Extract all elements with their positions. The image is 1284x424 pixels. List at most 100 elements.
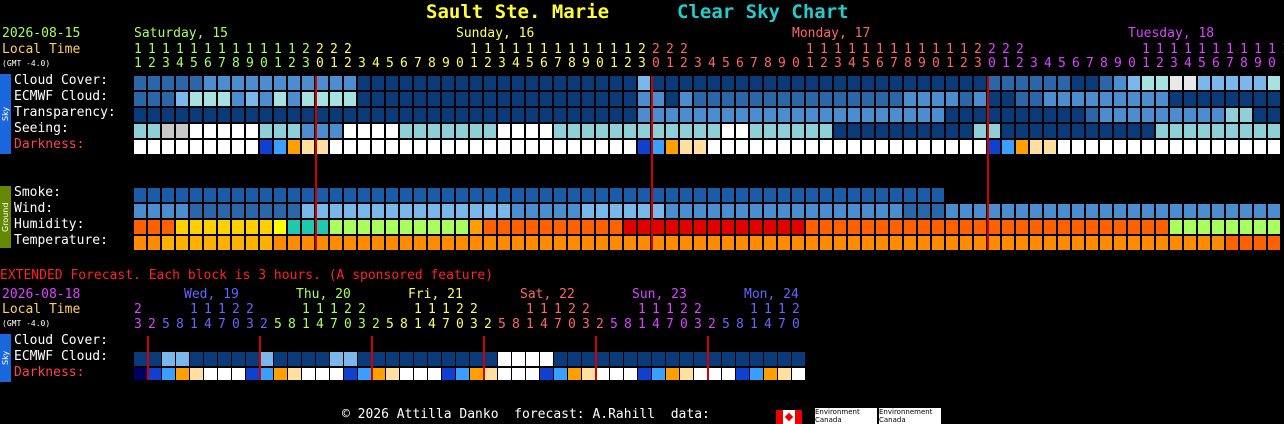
forecast-block[interactable]	[806, 124, 818, 138]
forecast-block[interactable]	[330, 124, 342, 138]
forecast-block[interactable]	[750, 76, 762, 90]
forecast-block[interactable]	[974, 220, 986, 234]
extended-forecast-block[interactable]	[428, 352, 441, 366]
forecast-block[interactable]	[442, 140, 454, 154]
forecast-block[interactable]	[190, 76, 202, 90]
forecast-block[interactable]	[1212, 92, 1224, 106]
forecast-block[interactable]	[218, 236, 230, 250]
forecast-block[interactable]	[988, 76, 1000, 90]
forecast-block[interactable]	[316, 220, 328, 234]
forecast-block[interactable]	[540, 140, 552, 154]
forecast-block[interactable]	[204, 76, 216, 90]
forecast-block[interactable]	[428, 124, 440, 138]
forecast-block[interactable]	[876, 76, 888, 90]
extended-forecast-block[interactable]	[386, 368, 399, 380]
forecast-block[interactable]	[274, 108, 286, 122]
forecast-block[interactable]	[344, 188, 356, 202]
forecast-block[interactable]	[932, 236, 944, 250]
forecast-block[interactable]	[708, 236, 720, 250]
forecast-block[interactable]	[204, 188, 216, 202]
forecast-block[interactable]	[582, 108, 594, 122]
forecast-block[interactable]	[204, 220, 216, 234]
forecast-block[interactable]	[148, 108, 160, 122]
forecast-block[interactable]	[694, 108, 706, 122]
forecast-block[interactable]	[862, 108, 874, 122]
forecast-block[interactable]	[456, 124, 468, 138]
forecast-block[interactable]	[1058, 76, 1070, 90]
forecast-block[interactable]	[302, 124, 314, 138]
forecast-block[interactable]	[400, 124, 412, 138]
forecast-block[interactable]	[610, 188, 622, 202]
forecast-block[interactable]	[1142, 236, 1154, 250]
forecast-block[interactable]	[820, 76, 832, 90]
extended-forecast-block[interactable]	[764, 352, 777, 366]
extended-forecast-block[interactable]	[428, 368, 441, 380]
forecast-block[interactable]	[848, 220, 860, 234]
forecast-block[interactable]	[1114, 108, 1126, 122]
environnement-canada-label[interactable]: Environnement Canada	[879, 408, 941, 424]
forecast-block[interactable]	[1184, 236, 1196, 250]
forecast-block[interactable]	[736, 76, 748, 90]
forecast-block[interactable]	[1128, 204, 1140, 218]
forecast-block[interactable]	[1100, 76, 1112, 90]
forecast-block[interactable]	[1044, 140, 1056, 154]
forecast-block[interactable]	[232, 76, 244, 90]
forecast-block[interactable]	[344, 124, 356, 138]
forecast-block[interactable]	[540, 236, 552, 250]
forecast-block[interactable]	[1142, 124, 1154, 138]
forecast-block[interactable]	[512, 108, 524, 122]
forecast-block[interactable]	[946, 140, 958, 154]
extended-forecast-block[interactable]	[302, 352, 315, 366]
forecast-block[interactable]	[610, 108, 622, 122]
forecast-block[interactable]	[918, 108, 930, 122]
extended-forecast-block[interactable]	[666, 368, 679, 380]
ecmwf-cloud-row[interactable]	[134, 92, 1284, 106]
forecast-block[interactable]	[190, 236, 202, 250]
forecast-block[interactable]	[988, 220, 1000, 234]
forecast-block[interactable]	[610, 92, 622, 106]
forecast-block[interactable]	[1184, 76, 1196, 90]
forecast-block[interactable]	[1002, 204, 1014, 218]
forecast-block[interactable]	[1240, 108, 1252, 122]
forecast-block[interactable]	[764, 76, 776, 90]
forecast-block[interactable]	[1170, 92, 1182, 106]
extended-forecast-block[interactable]	[610, 352, 623, 366]
forecast-block[interactable]	[316, 124, 328, 138]
forecast-block[interactable]	[876, 92, 888, 106]
forecast-block[interactable]	[456, 236, 468, 250]
forecast-block[interactable]	[400, 204, 412, 218]
forecast-block[interactable]	[1086, 140, 1098, 154]
forecast-block[interactable]	[848, 108, 860, 122]
forecast-block[interactable]	[1254, 92, 1266, 106]
forecast-block[interactable]	[806, 220, 818, 234]
extended-forecast-block[interactable]	[358, 368, 371, 380]
forecast-block[interactable]	[862, 236, 874, 250]
forecast-block[interactable]	[1156, 76, 1168, 90]
forecast-block[interactable]	[778, 140, 790, 154]
forecast-block[interactable]	[246, 188, 258, 202]
forecast-block[interactable]	[876, 236, 888, 250]
extended-forecast-block[interactable]	[750, 368, 763, 380]
forecast-block[interactable]	[1086, 92, 1098, 106]
forecast-block[interactable]	[610, 204, 622, 218]
forecast-block[interactable]	[162, 76, 174, 90]
forecast-block[interactable]	[190, 188, 202, 202]
forecast-block[interactable]	[1072, 124, 1084, 138]
forecast-block[interactable]	[512, 124, 524, 138]
extended-forecast-block[interactable]	[470, 352, 483, 366]
forecast-block[interactable]	[386, 140, 398, 154]
forecast-block[interactable]	[1198, 92, 1210, 106]
forecast-block[interactable]	[876, 124, 888, 138]
forecast-block[interactable]	[162, 92, 174, 106]
forecast-block[interactable]	[652, 204, 664, 218]
forecast-block[interactable]	[204, 236, 216, 250]
forecast-block[interactable]	[932, 140, 944, 154]
forecast-block[interactable]	[330, 76, 342, 90]
forecast-block[interactable]	[512, 204, 524, 218]
forecast-block[interactable]	[722, 188, 734, 202]
forecast-block[interactable]	[582, 220, 594, 234]
forecast-block[interactable]	[400, 92, 412, 106]
forecast-block[interactable]	[1016, 204, 1028, 218]
forecast-block[interactable]	[316, 108, 328, 122]
forecast-block[interactable]	[1030, 236, 1042, 250]
